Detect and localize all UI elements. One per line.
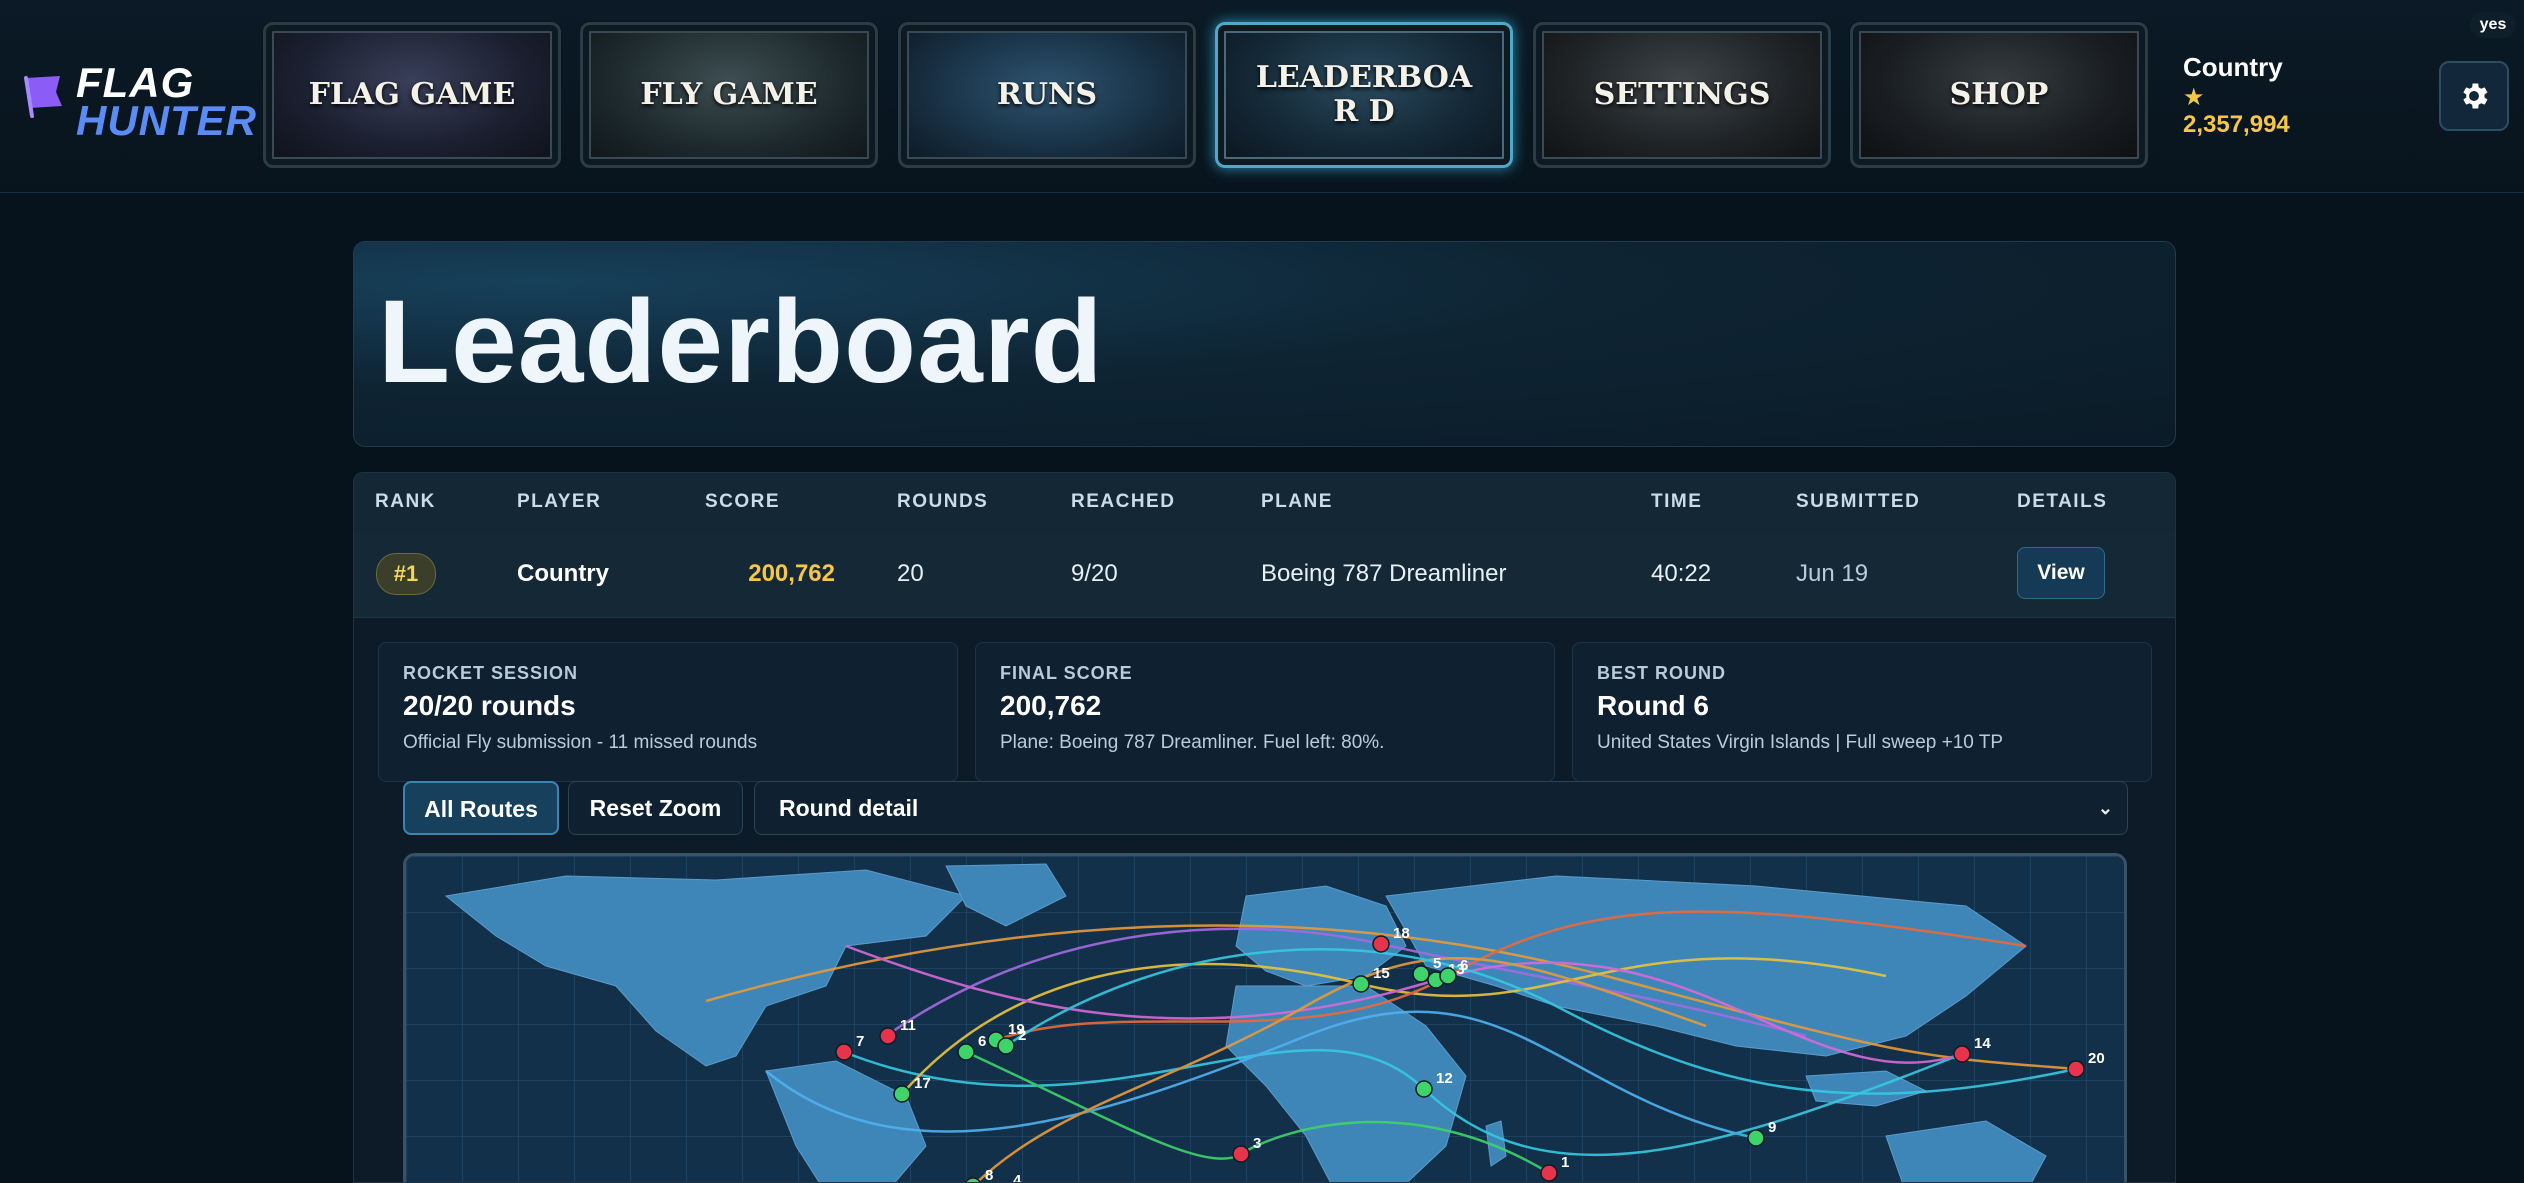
column-header-score: SCORE bbox=[705, 491, 781, 512]
logo-text-hunter: HUNTER bbox=[76, 97, 257, 144]
app-logo[interactable]: FLAG HUNTER bbox=[20, 56, 256, 142]
nav-flag-game-label: FLAG GAME bbox=[308, 77, 516, 112]
column-header-rank: RANK bbox=[375, 491, 436, 512]
column-header-plane: PLANE bbox=[1261, 491, 1333, 512]
column-header-details: DETAILS bbox=[2017, 491, 2108, 512]
user-summary: Country ★ 2,357,994 bbox=[2183, 52, 2343, 142]
nav-fly-game-label: FLY GAME bbox=[640, 77, 818, 112]
nav-fly-game-button[interactable]: FLY GAME bbox=[580, 22, 878, 168]
round-marker[interactable] bbox=[893, 1085, 911, 1103]
view-details-button[interactable]: View bbox=[2017, 547, 2105, 599]
card-key: FINAL SCORE bbox=[1000, 663, 1133, 683]
round-marker-label: 3 bbox=[1253, 1135, 1261, 1152]
round-marker-label: 6 bbox=[978, 1033, 986, 1050]
round-marker[interactable] bbox=[2067, 1060, 2085, 1078]
round-marker-label: 17 bbox=[914, 1075, 931, 1092]
table-row[interactable]: #1 Country 200,762 20 9/20 Boeing 787 Dr… bbox=[354, 531, 2175, 618]
round-marker[interactable] bbox=[835, 1043, 853, 1061]
user-name: Country bbox=[2183, 52, 2283, 82]
user-points: 2,357,994 bbox=[2183, 111, 2290, 138]
all-routes-button[interactable]: All Routes bbox=[403, 781, 559, 835]
round-marker[interactable] bbox=[1352, 975, 1370, 993]
round-marker[interactable] bbox=[1232, 1145, 1250, 1163]
card-key: ROCKET SESSION bbox=[403, 663, 579, 683]
round-marker-label: 5 bbox=[1433, 955, 1441, 972]
route-map[interactable]: 18 15 5 13 6 7 11 6 19 2 17 12 14 20 9 3 1 8 4 bbox=[403, 853, 2127, 1183]
nav-settings-label: SETTINGS bbox=[1593, 77, 1771, 112]
round-marker[interactable] bbox=[1412, 965, 1430, 983]
card-description: Official Fly submission - 11 missed roun… bbox=[403, 732, 758, 753]
nav-runs-button[interactable]: RUNS bbox=[898, 22, 1196, 168]
nav-settings-button[interactable]: SETTINGS bbox=[1533, 22, 1831, 168]
column-header-submitted: SUBMITTED bbox=[1796, 491, 1921, 512]
round-marker[interactable] bbox=[1415, 1080, 1433, 1098]
column-header-time: TIME bbox=[1651, 491, 1703, 512]
world-map-canvas[interactable]: 18155 136711619217 1214209318 4 bbox=[406, 856, 2124, 1183]
submitted-value: Jun 19 bbox=[1796, 560, 1869, 587]
card-key: BEST ROUND bbox=[1597, 663, 1727, 683]
round-marker-label: 12 bbox=[1436, 1070, 1453, 1087]
card-description: Plane: Boeing 787 Dreamliner. Fuel left:… bbox=[1000, 732, 1385, 753]
column-header-player: PLAYER bbox=[517, 491, 602, 512]
rounds-value: 20 bbox=[897, 560, 924, 587]
card-description: United States Virgin Islands | Full swee… bbox=[1597, 732, 2004, 753]
round-marker-label: 1 bbox=[1561, 1154, 1569, 1171]
round-marker[interactable] bbox=[1372, 935, 1390, 953]
rocket-session-card: ROCKET SESSION 20/20 rounds Official Fly… bbox=[378, 642, 958, 782]
status-badge: yes bbox=[2470, 12, 2516, 38]
reset-zoom-button[interactable]: Reset Zoom bbox=[568, 781, 743, 835]
round-marker-label: 15 bbox=[1373, 965, 1390, 982]
nav-leaderboard-label: LEADERBOAR D bbox=[1255, 60, 1473, 129]
nav-leaderboard-button[interactable]: LEADERBOAR D bbox=[1215, 22, 1513, 168]
nav-shop-button[interactable]: SHOP bbox=[1850, 22, 2148, 168]
score-value: 200,762 bbox=[748, 560, 835, 587]
round-marker[interactable] bbox=[1953, 1045, 1971, 1063]
round-marker[interactable] bbox=[957, 1043, 975, 1061]
page-header-card: Leaderboard bbox=[353, 241, 2176, 447]
round-marker-label: 11 bbox=[900, 1017, 916, 1034]
chevron-down-icon: ⌄ bbox=[2097, 798, 2113, 818]
settings-gear-button[interactable] bbox=[2439, 61, 2509, 131]
card-value: 20/20 rounds bbox=[403, 690, 576, 721]
card-value: Round 6 bbox=[1597, 690, 1709, 721]
round-marker[interactable] bbox=[1747, 1129, 1765, 1147]
leaderboard-table: RANK PLAYER SCORE ROUNDS REACHED PLANE T… bbox=[353, 472, 2176, 1183]
round-marker-label: 7 bbox=[856, 1033, 864, 1050]
round-marker-label: 2 bbox=[1018, 1027, 1026, 1044]
rank-badge: #1 bbox=[376, 553, 436, 595]
round-marker-label: 9 bbox=[1768, 1119, 1776, 1136]
round-detail-select[interactable]: Round detail ⌄ bbox=[754, 781, 2128, 835]
gear-icon bbox=[2463, 83, 2488, 109]
nav-shop-label: SHOP bbox=[1949, 77, 2049, 112]
page-title: Leaderboard bbox=[378, 276, 1104, 408]
round-marker-label: 18 bbox=[1393, 925, 1410, 942]
plane-value: Boeing 787 Dreamliner bbox=[1261, 560, 1507, 587]
round-marker-label: 20 bbox=[2088, 1050, 2105, 1067]
table-header-row: RANK PLAYER SCORE ROUNDS REACHED PLANE T… bbox=[354, 473, 2175, 532]
round-marker-label: 8 bbox=[985, 1167, 993, 1183]
round-marker-label: 6 bbox=[1460, 957, 1468, 974]
nav-runs-label: RUNS bbox=[996, 77, 1098, 112]
star-icon: ★ bbox=[2183, 84, 2205, 111]
round-select-value: Round detail bbox=[779, 795, 919, 821]
round-marker[interactable] bbox=[1439, 967, 1457, 985]
column-header-reached: REACHED bbox=[1071, 491, 1176, 512]
column-header-rounds: ROUNDS bbox=[897, 491, 989, 512]
round-marker-label: 14 bbox=[1974, 1035, 1991, 1052]
player-name: Country bbox=[517, 560, 609, 587]
time-value: 40:22 bbox=[1651, 560, 1712, 587]
top-navigation-bar: FLAG HUNTER FLAG GAME FLY GAME RUNS LEAD… bbox=[0, 0, 2524, 193]
reached-value: 9/20 bbox=[1071, 560, 1118, 587]
flag-logo-icon bbox=[24, 76, 62, 118]
round-marker[interactable] bbox=[1540, 1164, 1558, 1182]
round-marker[interactable] bbox=[997, 1037, 1015, 1055]
round-marker-label: 4 bbox=[1013, 1172, 1022, 1183]
nav-flag-game-button[interactable]: FLAG GAME bbox=[263, 22, 561, 168]
best-round-card: BEST ROUND Round 6 United States Virgin … bbox=[1572, 642, 2152, 782]
final-score-card: FINAL SCORE 200,762 Plane: Boeing 787 Dr… bbox=[975, 642, 1555, 782]
card-value: 200,762 bbox=[1000, 690, 1102, 721]
round-marker[interactable] bbox=[879, 1027, 897, 1045]
